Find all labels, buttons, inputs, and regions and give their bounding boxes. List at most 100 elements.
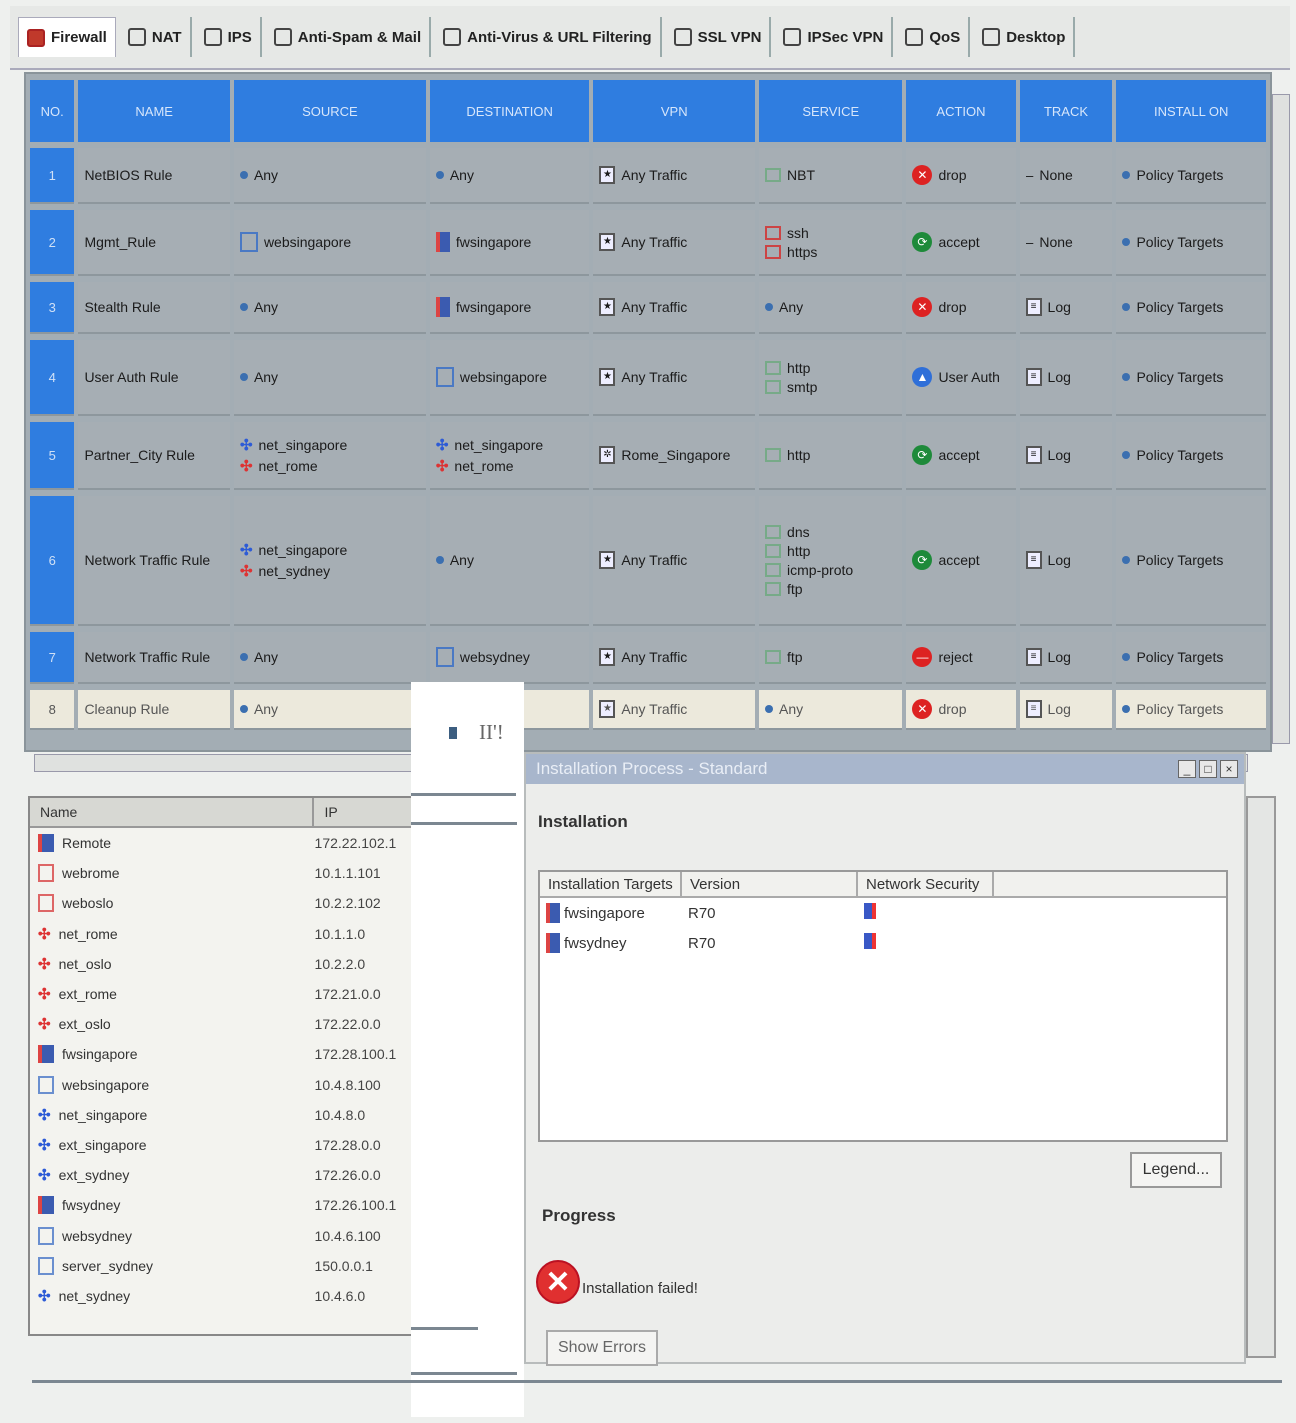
rule-track[interactable]: ≡ Log bbox=[1019, 340, 1113, 416]
rule-track[interactable]: ≡ Log bbox=[1019, 496, 1113, 626]
rule-row[interactable]: 3 Stealth Rule Any fwsingapore ★ Any Traffic A… bbox=[30, 282, 1266, 334]
rule-install-on[interactable]: Policy Targets bbox=[1116, 210, 1266, 276]
rule-destination[interactable]: ✣ net_singapore ✣ net_rome bbox=[429, 422, 590, 490]
rule-install-on[interactable]: Policy Targets bbox=[1116, 340, 1266, 416]
rule-action[interactable]: ⟳ accept bbox=[906, 496, 1016, 626]
tab-ips[interactable]: IPS bbox=[196, 17, 262, 57]
rule-name[interactable]: Stealth Rule bbox=[78, 282, 230, 334]
tab-firewall[interactable]: Firewall bbox=[18, 17, 116, 57]
rule-install-on[interactable]: Policy Targets bbox=[1116, 632, 1266, 684]
object-list-item[interactable]: ✣ net_sydney 10.4.6.0 bbox=[30, 1281, 414, 1311]
rule-destination[interactable]: fwsingapore bbox=[429, 210, 590, 276]
column-version[interactable]: Version bbox=[682, 872, 858, 896]
legend-button[interactable]: Legend... bbox=[1130, 1152, 1222, 1188]
objects-column-ip[interactable]: IP bbox=[314, 798, 414, 826]
column-header-vpn[interactable]: VPN bbox=[593, 80, 756, 142]
rule-track[interactable]: ≡ Log bbox=[1019, 422, 1113, 490]
object-list-item[interactable]: ✣ ext_rome 172.21.0.0 bbox=[30, 979, 414, 1009]
object-list-item[interactable]: ✣ net_oslo 10.2.2.0 bbox=[30, 949, 414, 979]
rule-vpn[interactable]: ★ Any Traffic bbox=[593, 496, 756, 626]
rule-track[interactable]: ≡ Log bbox=[1019, 690, 1113, 730]
rule-source[interactable]: Any bbox=[233, 282, 426, 334]
column-installation-targets[interactable]: Installation Targets bbox=[540, 872, 682, 896]
rule-row[interactable]: 8 Cleanup Rule Any ★ Any Traffic Any ✕ drop ≡ Log… bbox=[30, 690, 1266, 730]
tab-desktop[interactable]: Desktop bbox=[974, 17, 1076, 57]
rule-action[interactable]: ⟳ accept bbox=[906, 210, 1016, 276]
rule-row[interactable]: 6 Network Traffic Rule ✣ net_singapore ✣ net_… bbox=[30, 496, 1266, 626]
rule-service[interactable]: http bbox=[759, 422, 903, 490]
installation-target-row[interactable]: fwsingapore R70 bbox=[540, 898, 1226, 928]
tab-ipsec-vpn[interactable]: IPSec VPN bbox=[775, 17, 894, 57]
rule-destination[interactable]: websingapore bbox=[429, 340, 590, 416]
rule-name[interactable]: Network Traffic Rule bbox=[78, 632, 230, 684]
rule-row[interactable]: 4 User Auth Rule Any websingapore ★ Any Traff… bbox=[30, 340, 1266, 416]
object-list-item[interactable]: ✣ net_rome 10.1.1.0 bbox=[30, 919, 414, 949]
column-header-no[interactable]: NO. bbox=[30, 80, 75, 142]
rule-service[interactable]: ssh https bbox=[759, 210, 903, 276]
rule-row[interactable]: 5 Partner_City Rule ✣ net_singapore ✣ net_rom… bbox=[30, 422, 1266, 490]
rule-name[interactable]: Partner_City Rule bbox=[78, 422, 230, 490]
rule-service[interactable]: NBT bbox=[759, 148, 903, 204]
rule-install-on[interactable]: Policy Targets bbox=[1116, 690, 1266, 730]
installation-target-row[interactable]: fwsydney R70 bbox=[540, 928, 1226, 958]
object-list-item[interactable]: fwsingapore 172.28.100.1 bbox=[30, 1039, 414, 1069]
rule-vpn[interactable]: ★ Any Traffic bbox=[593, 632, 756, 684]
rule-vpn[interactable]: ✲ Rome_Singapore bbox=[593, 422, 756, 490]
rule-install-on[interactable]: Policy Targets bbox=[1116, 422, 1266, 490]
rule-name[interactable]: Network Traffic Rule bbox=[78, 496, 230, 626]
minimize-button[interactable]: _ bbox=[1178, 760, 1196, 778]
rule-track[interactable]: – None bbox=[1019, 148, 1113, 204]
rule-row[interactable]: 1 NetBIOS Rule Any Any ★ Any Traffic NBT ✕ drop –… bbox=[30, 148, 1266, 204]
object-list-item[interactable]: weboslo 10.2.2.102 bbox=[30, 888, 414, 918]
rule-track[interactable]: ≡ Log bbox=[1019, 632, 1113, 684]
column-network-security[interactable]: Network Security bbox=[858, 872, 994, 896]
object-list-item[interactable]: websydney 10.4.6.100 bbox=[30, 1220, 414, 1250]
rule-vpn[interactable]: ★ Any Traffic bbox=[593, 282, 756, 334]
object-list-item[interactable]: server_sydney 150.0.0.1 bbox=[30, 1251, 414, 1281]
rule-action[interactable]: ✕ drop bbox=[906, 282, 1016, 334]
show-errors-button[interactable]: Show Errors bbox=[546, 1330, 658, 1366]
object-list-item[interactable]: ✣ ext_oslo 172.22.0.0 bbox=[30, 1009, 414, 1039]
rule-action[interactable]: — reject bbox=[906, 632, 1016, 684]
close-button[interactable]: × bbox=[1220, 760, 1238, 778]
rule-action[interactable]: ✕ drop bbox=[906, 148, 1016, 204]
rule-vpn[interactable]: ★ Any Traffic bbox=[593, 340, 756, 416]
column-header-source[interactable]: SOURCE bbox=[233, 80, 426, 142]
column-header-action[interactable]: ACTION bbox=[906, 80, 1016, 142]
column-header-name[interactable]: NAME bbox=[78, 80, 230, 142]
objects-column-name[interactable]: Name bbox=[30, 798, 315, 826]
object-list-item[interactable]: ✣ ext_singapore 172.28.0.0 bbox=[30, 1130, 414, 1160]
rule-action[interactable]: ⟳ accept bbox=[906, 422, 1016, 490]
rule-service[interactable]: Any bbox=[759, 690, 903, 730]
rule-row[interactable]: 7 Network Traffic Rule Any websydney ★ Any Tr… bbox=[30, 632, 1266, 684]
rule-name[interactable]: Mgmt_Rule bbox=[78, 210, 230, 276]
rule-action[interactable]: ✕ drop bbox=[906, 690, 1016, 730]
rule-name[interactable]: Cleanup Rule bbox=[78, 690, 230, 730]
rule-source[interactable]: Any bbox=[233, 148, 426, 204]
rule-track[interactable]: ≡ Log bbox=[1019, 282, 1113, 334]
rule-destination[interactable]: Any bbox=[429, 496, 590, 626]
rule-destination[interactable]: websydney bbox=[429, 632, 590, 684]
object-list-item[interactable]: Remote 172.22.102.1 bbox=[30, 828, 414, 858]
rule-source[interactable]: ✣ net_singapore ✣ net_sydney bbox=[233, 496, 426, 626]
right-side-scrollbar[interactable] bbox=[1246, 796, 1276, 1358]
rule-destination[interactable]: fwsingapore bbox=[429, 282, 590, 334]
tab-ssl-vpn[interactable]: SSL VPN bbox=[666, 17, 772, 57]
rule-source[interactable]: websingapore bbox=[233, 210, 426, 276]
rulebase-vertical-scrollbar[interactable] bbox=[1272, 94, 1290, 744]
tab-anti-virus[interactable]: Anti-Virus & URL Filtering bbox=[435, 17, 662, 57]
rule-source[interactable]: ✣ net_singapore ✣ net_rome bbox=[233, 422, 426, 490]
object-list-item[interactable]: websingapore 10.4.8.100 bbox=[30, 1070, 414, 1100]
column-header-track[interactable]: TRACK bbox=[1019, 80, 1113, 142]
column-header-install-on[interactable]: INSTALL ON bbox=[1116, 80, 1266, 142]
column-header-destination[interactable]: DESTINATION bbox=[429, 80, 590, 142]
column-header-service[interactable]: SERVICE bbox=[759, 80, 903, 142]
rule-action[interactable]: ▲ User Auth bbox=[906, 340, 1016, 416]
object-list-item[interactable]: ✣ ext_sydney 172.26.0.0 bbox=[30, 1160, 414, 1190]
rule-track[interactable]: – None bbox=[1019, 210, 1113, 276]
rule-vpn[interactable]: ★ Any Traffic bbox=[593, 690, 756, 730]
rule-source[interactable]: Any bbox=[233, 690, 426, 730]
rule-service[interactable]: Any bbox=[759, 282, 903, 334]
rule-vpn[interactable]: ★ Any Traffic bbox=[593, 210, 756, 276]
rule-destination[interactable]: Any bbox=[429, 148, 590, 204]
